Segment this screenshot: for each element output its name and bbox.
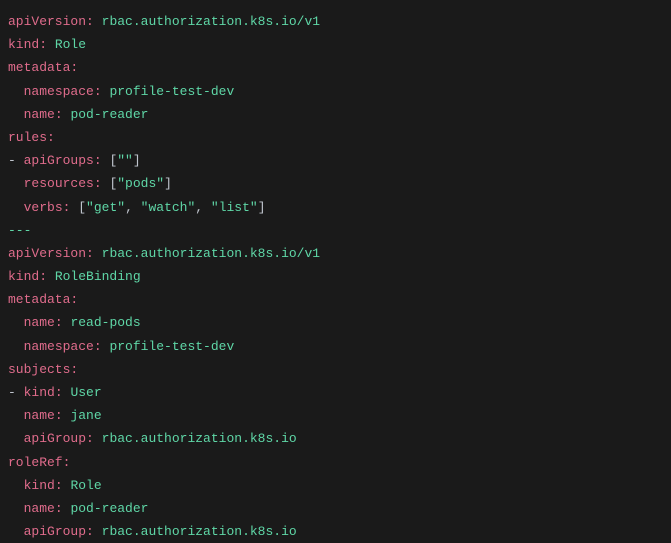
code-block: apiVersion: rbac.authorization.k8s.io/v1…	[8, 10, 663, 543]
code-line: namespace: profile-test-dev	[8, 80, 663, 103]
yaml-key: rules:	[8, 130, 55, 145]
yaml-key: name:	[24, 408, 63, 423]
code-line: verbs: ["get", "watch", "list"]	[8, 196, 663, 219]
yaml-value: pod-reader	[70, 107, 148, 122]
bracket-close: ]	[133, 153, 141, 168]
code-line: kind: Role	[8, 474, 663, 497]
yaml-value: Role	[55, 37, 86, 52]
yaml-key: verbs:	[24, 200, 71, 215]
comma: ,	[125, 200, 141, 215]
yaml-value: profile-test-dev	[109, 339, 234, 354]
yaml-value: pod-reader	[70, 501, 148, 516]
yaml-value: rbac.authorization.k8s.io/v1	[102, 14, 320, 29]
yaml-key: metadata:	[8, 60, 78, 75]
code-line: subjects:	[8, 358, 663, 381]
yaml-string: "watch"	[141, 200, 196, 215]
yaml-key: metadata:	[8, 292, 78, 307]
bracket-open: [	[78, 200, 86, 215]
yaml-key: namespace:	[24, 339, 102, 354]
yaml-key: apiVersion:	[8, 14, 94, 29]
bracket-close: ]	[164, 176, 172, 191]
code-line: apiGroup: rbac.authorization.k8s.io	[8, 427, 663, 450]
comma: ,	[195, 200, 211, 215]
code-line: name: jane	[8, 404, 663, 427]
code-line: - kind: User	[8, 381, 663, 404]
yaml-key: apiGroup:	[24, 524, 94, 539]
yaml-value: rbac.authorization.k8s.io	[102, 431, 297, 446]
code-line: rules:	[8, 126, 663, 149]
yaml-string: "list"	[211, 200, 258, 215]
yaml-value: User	[70, 385, 101, 400]
yaml-key: kind:	[8, 37, 47, 52]
yaml-key: apiVersion:	[8, 246, 94, 261]
yaml-key: subjects:	[8, 362, 78, 377]
yaml-value: profile-test-dev	[109, 84, 234, 99]
yaml-value: rbac.authorization.k8s.io/v1	[102, 246, 320, 261]
code-line: kind: Role	[8, 33, 663, 56]
code-line: namespace: profile-test-dev	[8, 335, 663, 358]
yaml-value: RoleBinding	[55, 269, 141, 284]
yaml-key: namespace:	[24, 84, 102, 99]
yaml-dash: -	[8, 153, 24, 168]
code-line: - apiGroups: [""]	[8, 149, 663, 172]
code-line: metadata:	[8, 56, 663, 79]
code-line: apiVersion: rbac.authorization.k8s.io/v1	[8, 10, 663, 33]
yaml-key: kind:	[24, 478, 63, 493]
yaml-key: name:	[24, 315, 63, 330]
yaml-key: apiGroups:	[24, 153, 102, 168]
yaml-doc-separator: ---	[8, 223, 31, 238]
yaml-value: read-pods	[70, 315, 140, 330]
yaml-key: roleRef:	[8, 455, 70, 470]
yaml-value: rbac.authorization.k8s.io	[102, 524, 297, 539]
yaml-key: resources:	[24, 176, 102, 191]
yaml-key: name:	[24, 107, 63, 122]
code-line: kind: RoleBinding	[8, 265, 663, 288]
yaml-value: Role	[70, 478, 101, 493]
yaml-string: "pods"	[117, 176, 164, 191]
code-line: name: pod-reader	[8, 103, 663, 126]
code-line: ---	[8, 219, 663, 242]
yaml-string: ""	[117, 153, 133, 168]
code-line: name: read-pods	[8, 311, 663, 334]
code-line: roleRef:	[8, 451, 663, 474]
yaml-key: kind:	[8, 269, 47, 284]
code-line: apiGroup: rbac.authorization.k8s.io	[8, 520, 663, 543]
code-line: resources: ["pods"]	[8, 172, 663, 195]
code-line: name: pod-reader	[8, 497, 663, 520]
yaml-value: jane	[70, 408, 101, 423]
code-line: apiVersion: rbac.authorization.k8s.io/v1	[8, 242, 663, 265]
code-line: metadata:	[8, 288, 663, 311]
yaml-string: "get"	[86, 200, 125, 215]
yaml-key: name:	[24, 501, 63, 516]
yaml-dash: -	[8, 385, 24, 400]
yaml-key: apiGroup:	[24, 431, 94, 446]
bracket-close: ]	[258, 200, 266, 215]
yaml-key: kind:	[24, 385, 63, 400]
